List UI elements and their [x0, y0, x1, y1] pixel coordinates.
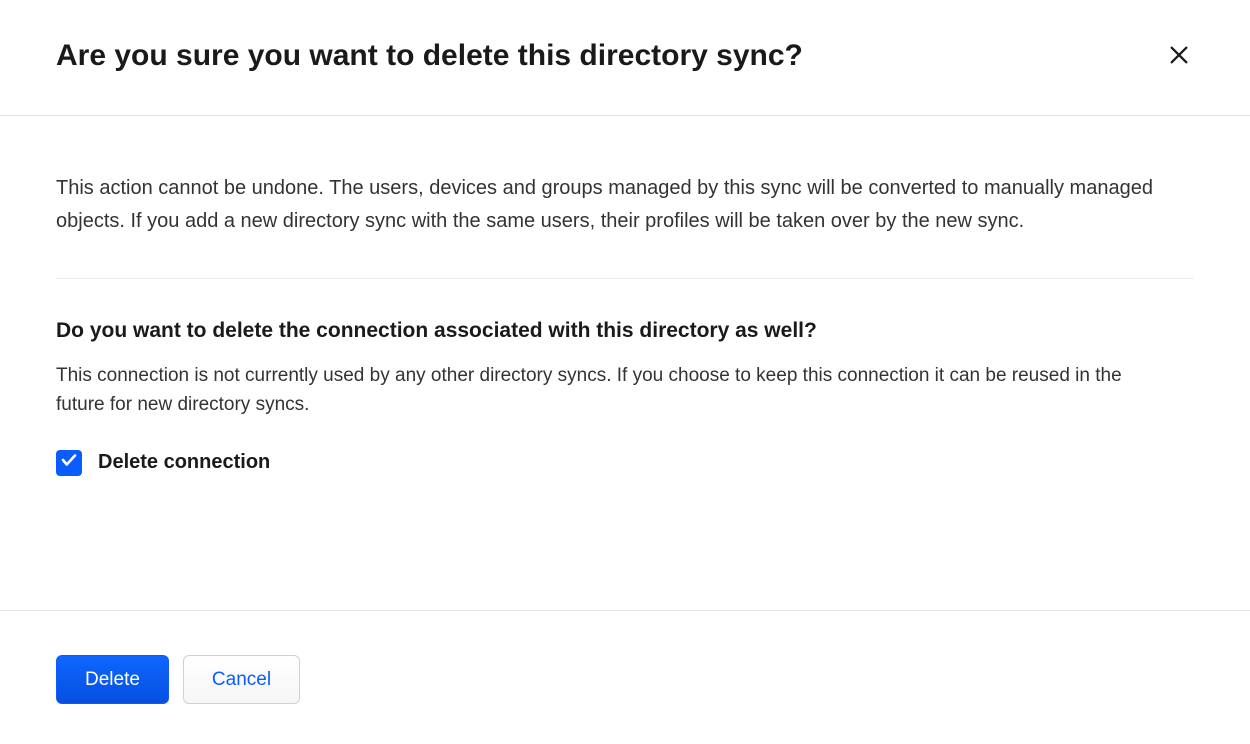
- delete-connection-checkbox-label[interactable]: Delete connection: [98, 451, 270, 474]
- close-button[interactable]: [1164, 40, 1194, 73]
- delete-connection-checkbox[interactable]: [56, 450, 82, 476]
- delete-connection-checkbox-row: Delete connection: [56, 450, 1194, 476]
- delete-connection-description: This connection is not currently used by…: [56, 361, 1156, 420]
- dialog-description: This action cannot be undone. The users,…: [56, 172, 1156, 238]
- cancel-button[interactable]: Cancel: [183, 655, 300, 704]
- divider: [56, 278, 1194, 279]
- checkmark-icon: [60, 451, 78, 474]
- dialog-body: This action cannot be undone. The users,…: [0, 116, 1250, 610]
- delete-directory-sync-dialog: Are you sure you want to delete this dir…: [0, 0, 1250, 744]
- dialog-title: Are you sure you want to delete this dir…: [56, 36, 803, 75]
- dialog-footer: Delete Cancel: [0, 610, 1250, 744]
- delete-button[interactable]: Delete: [56, 655, 169, 704]
- close-icon: [1168, 44, 1190, 69]
- dialog-header: Are you sure you want to delete this dir…: [0, 0, 1250, 116]
- delete-connection-heading: Do you want to delete the connection ass…: [56, 319, 1194, 343]
